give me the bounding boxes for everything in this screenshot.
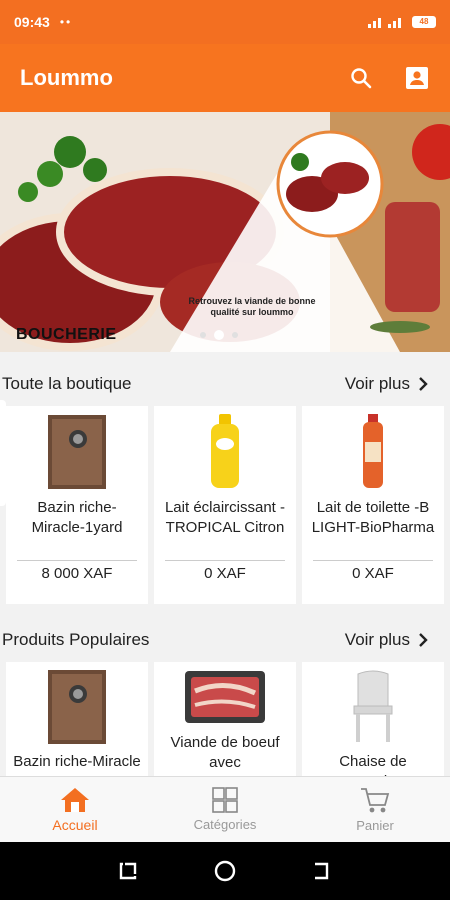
recent-apps-icon[interactable] <box>117 860 139 882</box>
drawer-handle[interactable] <box>0 400 6 506</box>
nav-categories[interactable]: Catégories <box>150 777 300 842</box>
back-icon[interactable] <box>311 860 333 882</box>
system-navigation-bar <box>0 842 450 900</box>
battery-icon: 48 <box>412 16 436 28</box>
status-bar: 09:43 •• 48 <box>0 0 450 44</box>
grid-icon <box>212 787 238 813</box>
home-button-icon[interactable] <box>213 859 237 883</box>
section-popular-header: Produits Populaires Voir plus <box>0 616 450 664</box>
product-price: 0 XAF <box>352 565 394 582</box>
promo-banner[interactable]: Retrouvez la viande de bonne qualité sur… <box>0 112 450 352</box>
notification-dots: •• <box>59 15 73 29</box>
status-indicators: 48 <box>368 16 436 28</box>
chevron-right-icon <box>419 633 428 647</box>
banner-dot-active[interactable] <box>214 330 224 340</box>
product-card[interactable]: Lait éclaircissant -TROPICAL Citron 0 XA… <box>154 406 296 604</box>
product-card[interactable]: Bazin riche-Miracle <box>6 662 148 776</box>
divider <box>165 560 285 561</box>
nav-label: Accueil <box>52 816 98 833</box>
account-icon[interactable] <box>404 65 430 91</box>
banner-dot[interactable] <box>232 332 238 338</box>
divider <box>17 560 137 561</box>
product-image-beef-pack <box>184 670 266 725</box>
nav-cart[interactable]: Panier <box>300 777 450 842</box>
product-image-chair <box>343 670 403 744</box>
nav-label: Catégories <box>193 817 257 832</box>
product-name: Viande de boeuf avec <box>170 733 280 771</box>
product-image-yellow-bottle <box>195 414 255 490</box>
product-name: Lait de toilette -B LIGHT-BioPharma <box>311 499 435 536</box>
banner-caption: Retrouvez la viande de bonne qualité sur… <box>188 296 316 317</box>
section-all-products-header: Toute la boutique Voir plus <box>0 360 450 408</box>
banner-pagination[interactable] <box>200 330 238 340</box>
product-name: Chaise de reception <box>339 753 407 776</box>
product-name: Bazin riche-Miracle <box>13 753 141 770</box>
popular-products-list: Bazin riche-Miracle Viande de boeuf avec… <box>0 662 450 776</box>
cart-icon <box>361 788 390 813</box>
see-more-button[interactable]: Voir plus <box>345 374 448 394</box>
home-icon <box>61 787 89 812</box>
product-name: Bazin riche-Miracle-1yard <box>31 499 123 536</box>
product-image-orange-bottle <box>343 414 403 490</box>
product-name: Lait éclaircissant -TROPICAL Citron <box>164 499 286 536</box>
search-icon[interactable] <box>348 65 374 91</box>
see-more-label: Voir plus <box>344 630 410 649</box>
all-products-list: Bazin riche-Miracle-1yard 8 000 XAF Lait… <box>0 406 450 604</box>
signal-icon <box>368 18 401 28</box>
section-title: Toute la boutique <box>2 374 132 393</box>
app-bar: Loummo <box>0 44 450 112</box>
chevron-right-icon <box>419 377 428 391</box>
banner-title: BOUCHERIE <box>16 326 117 343</box>
nav-home[interactable]: Accueil <box>0 777 150 842</box>
nav-label: Panier <box>356 818 394 833</box>
section-title: Produits Populaires <box>2 630 150 649</box>
see-more-label: Voir plus <box>344 374 410 393</box>
product-card[interactable]: Chaise de reception <box>302 662 444 776</box>
status-time: 09:43 <box>14 14 50 30</box>
product-price: 8 000 XAF <box>41 565 113 582</box>
product-image-fabric <box>47 670 107 744</box>
product-image-fabric <box>47 414 107 490</box>
divider <box>313 560 433 561</box>
product-card[interactable]: Viande de boeuf avec <box>154 662 296 776</box>
bottom-navigation: Accueil Catégories Panier <box>0 776 450 842</box>
product-price: 0 XAF <box>204 565 246 582</box>
app-title: Loummo <box>20 65 113 90</box>
product-card[interactable]: Bazin riche-Miracle-1yard 8 000 XAF <box>6 406 148 604</box>
product-card[interactable]: Lait de toilette -B LIGHT-BioPharma 0 XA… <box>302 406 444 604</box>
banner-dot[interactable] <box>200 332 206 338</box>
see-more-button[interactable]: Voir plus <box>345 630 448 650</box>
